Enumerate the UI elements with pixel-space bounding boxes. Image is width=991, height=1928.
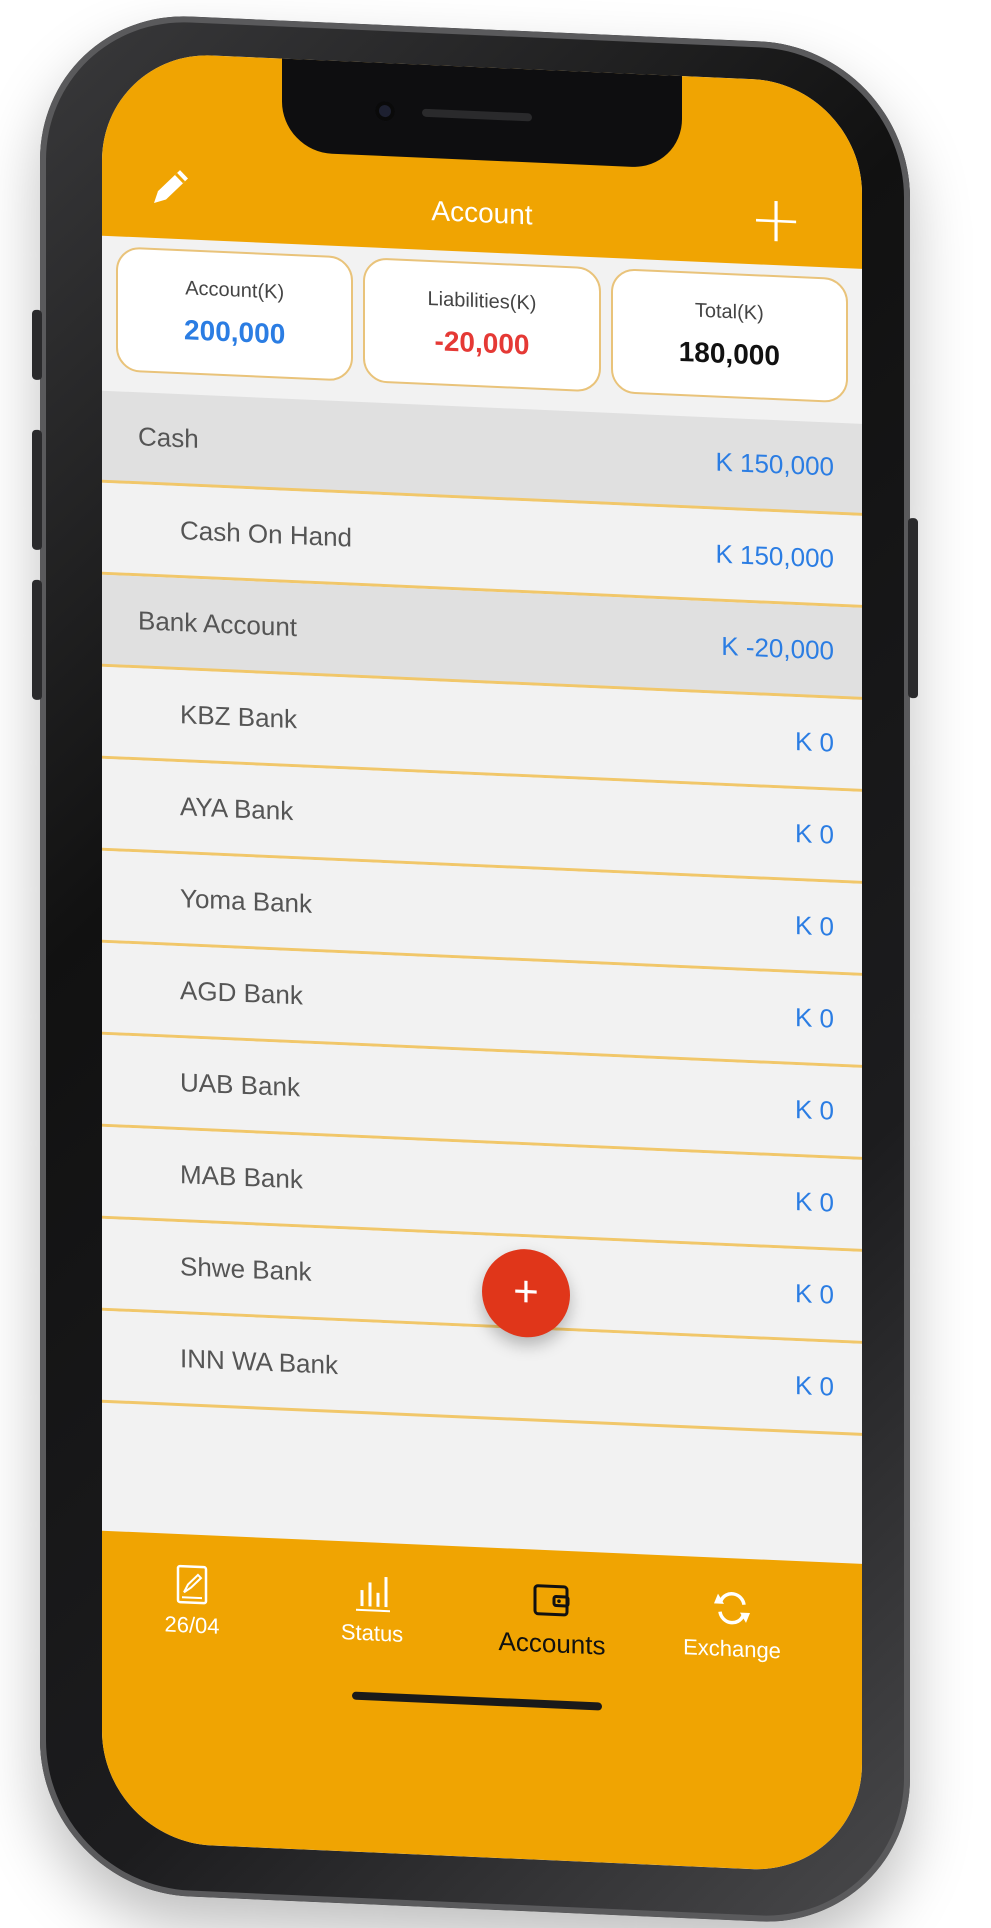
- row-label: UAB Bank: [180, 1067, 300, 1103]
- wallet-icon: [533, 1584, 570, 1617]
- speaker: [422, 108, 532, 122]
- row-value: K 0: [794, 1277, 834, 1310]
- card-label: Liabilities(K): [427, 287, 537, 315]
- row-value: K 0: [794, 725, 834, 758]
- mute-switch: [32, 309, 42, 381]
- bar-chart-icon: [356, 1577, 390, 1613]
- row-value: K 150,000: [715, 538, 834, 574]
- row-label: AYA Bank: [180, 791, 294, 827]
- tab-label: Exchange: [683, 1634, 781, 1664]
- phone-frame: Account + Account(K) 200,000 Liabilities…: [32, 10, 918, 1928]
- tab-exchange[interactable]: Exchange: [662, 1583, 802, 1665]
- card-label: Total(K): [694, 299, 764, 325]
- liabilities-card: Liabilities(K) -20,000: [363, 257, 601, 393]
- app-screen: Account + Account(K) 200,000 Liabilities…: [102, 50, 862, 1874]
- home-indicator: [352, 1691, 602, 1711]
- row-label: Yoma Bank: [180, 883, 313, 919]
- volume-down-button: [32, 579, 42, 701]
- tab-status[interactable]: Status: [302, 1567, 442, 1649]
- row-value: K 0: [794, 909, 834, 942]
- account-total-card: Account(K) 200,000: [116, 246, 354, 382]
- power-button: [908, 517, 918, 699]
- card-value: 200,000: [184, 314, 286, 350]
- row-label: Bank Account: [138, 605, 297, 643]
- notch: [282, 56, 682, 170]
- camera: [375, 100, 395, 122]
- row-label: Shwe Bank: [180, 1251, 312, 1287]
- row-label: AGD Bank: [180, 975, 303, 1011]
- row-value: K 0: [794, 1185, 834, 1218]
- card-value: -20,000: [434, 325, 530, 361]
- add-account-button[interactable]: +: [746, 182, 806, 258]
- row-label: INN WA Bank: [180, 1343, 338, 1381]
- row-value: K 0: [794, 1001, 834, 1034]
- notebook-pen-icon: [176, 1564, 208, 1605]
- total-card: Total(K) 180,000: [610, 267, 848, 404]
- row-label: KBZ Bank: [180, 699, 298, 735]
- refresh-icon: [714, 1592, 750, 1625]
- row-label: MAB Bank: [180, 1159, 303, 1195]
- row-value: K 0: [794, 817, 834, 850]
- summary-cards: Account(K) 200,000 Liabilities(K) -20,00…: [116, 246, 848, 404]
- tab-label: 26/04: [164, 1611, 220, 1639]
- account-list: Cash K 150,000 Cash On Hand K 150,000 Ba…: [102, 390, 862, 1436]
- row-value: K 0: [794, 1369, 834, 1402]
- row-label: Cash: [138, 421, 199, 454]
- tab-label: Accounts: [498, 1626, 606, 1661]
- card-label: Account(K): [185, 277, 285, 304]
- row-value: K -20,000: [721, 630, 834, 666]
- tab-daily[interactable]: 26/04: [122, 1560, 262, 1642]
- card-value: 180,000: [678, 335, 780, 372]
- volume-up-button: [32, 429, 42, 551]
- tab-label: Status: [340, 1619, 404, 1647]
- row-value: K 150,000: [715, 446, 834, 482]
- device-mockup: Account + Account(K) 200,000 Liabilities…: [0, 0, 991, 1928]
- tab-accounts[interactable]: Accounts: [482, 1575, 622, 1662]
- bottom-tab-bar: 26/04 Status Accounts Exchange: [102, 1530, 862, 1874]
- row-label: Cash On Hand: [180, 515, 352, 553]
- row-value: K 0: [794, 1093, 834, 1126]
